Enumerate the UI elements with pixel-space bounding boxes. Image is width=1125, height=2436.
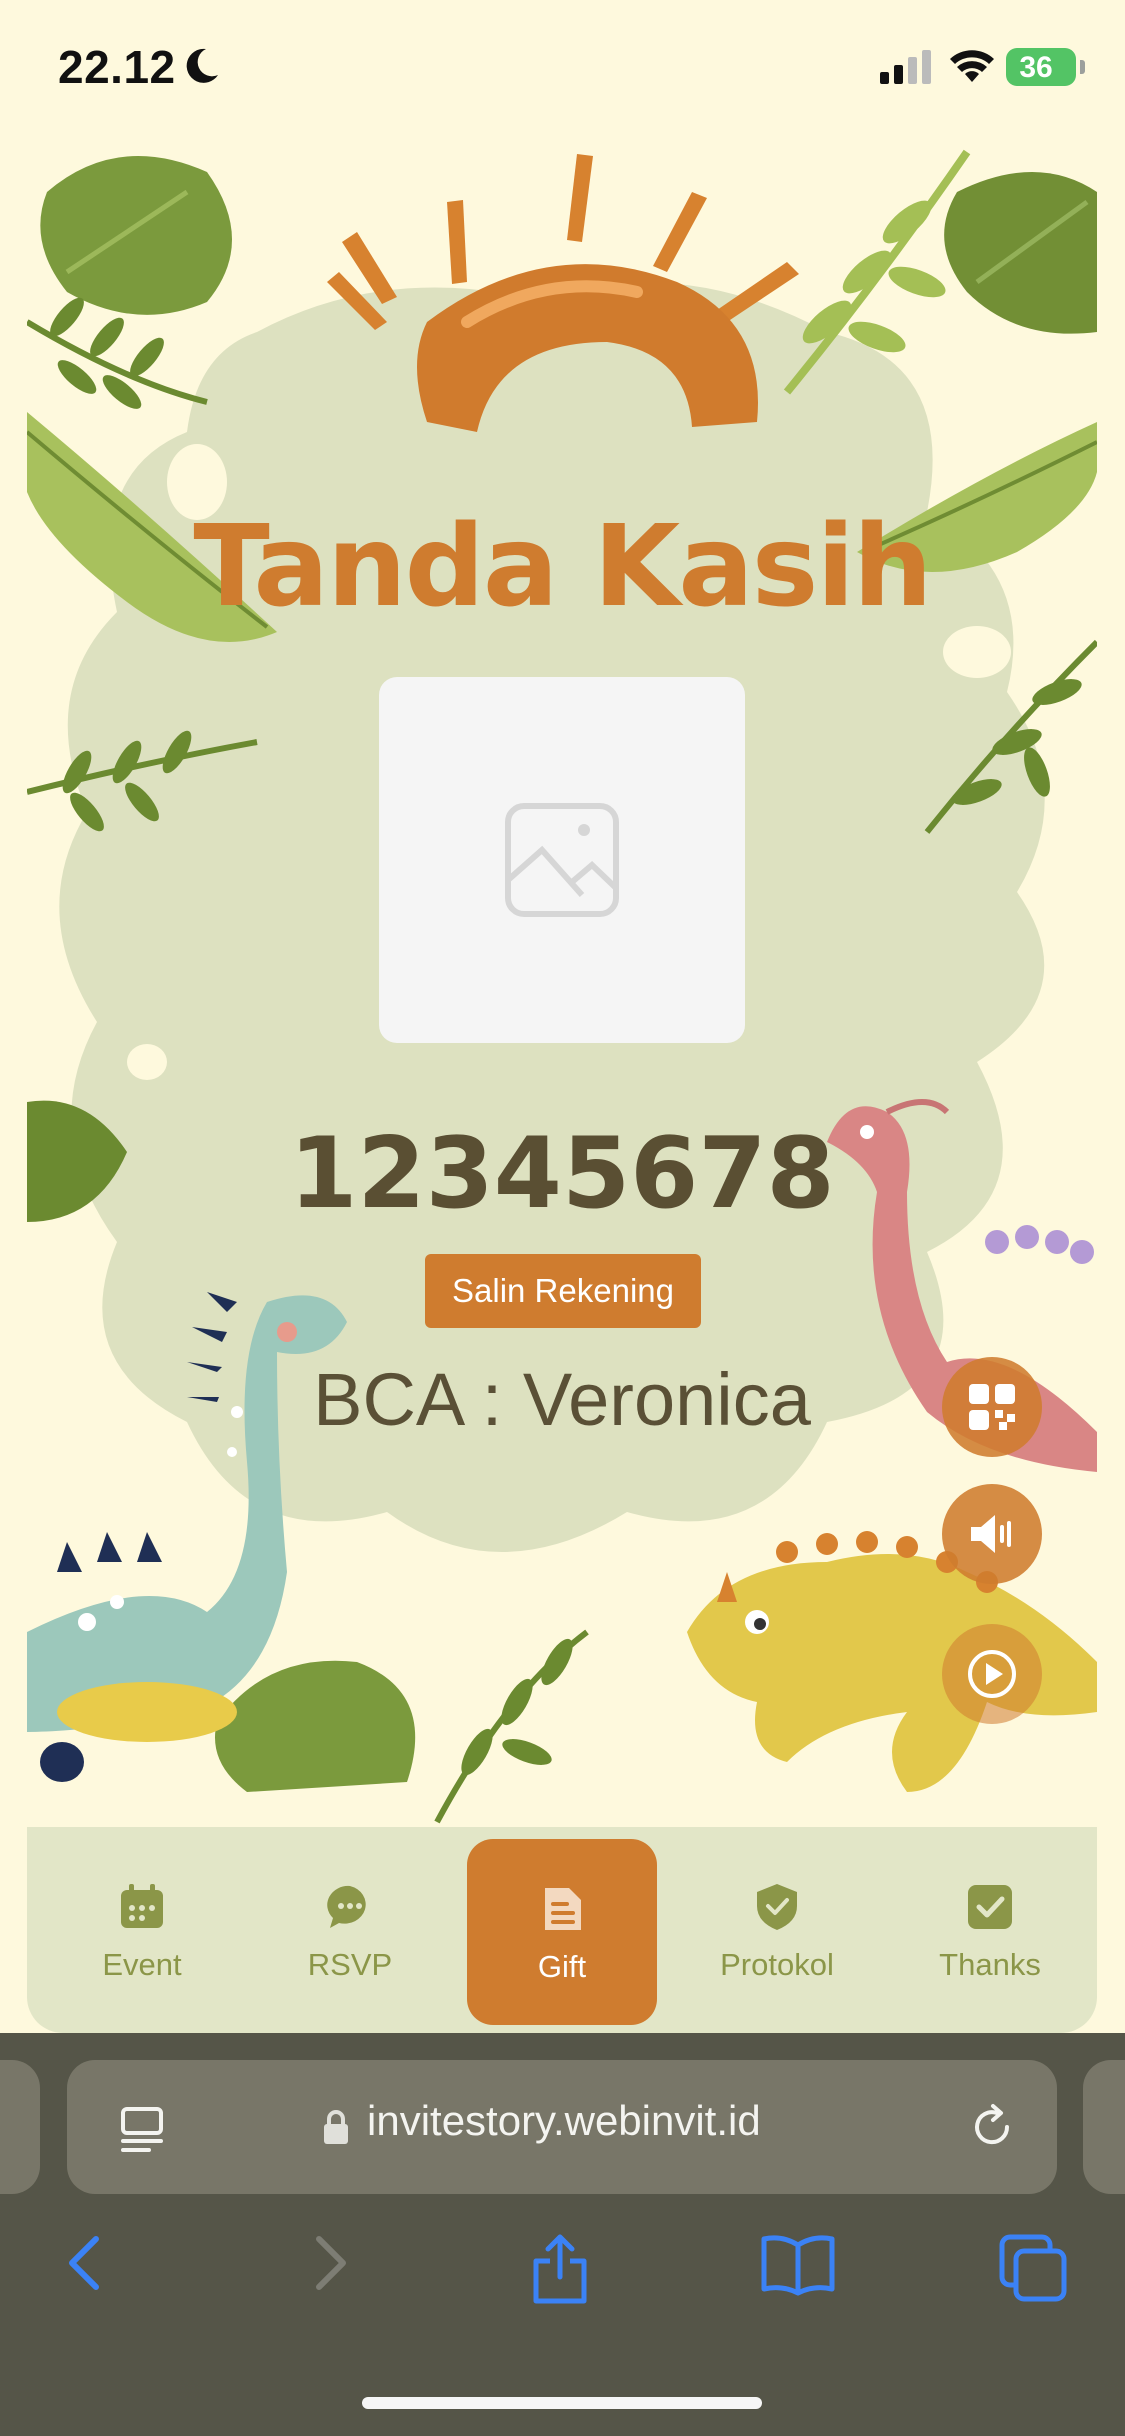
- bank-account-holder: BCA : Veronica: [313, 1358, 811, 1441]
- gift-icon: [545, 1888, 581, 1930]
- moon-icon: [186, 48, 218, 83]
- browser-toolbar: invitestory.webinvit.id: [0, 2033, 1125, 2436]
- signal-icon: [880, 50, 931, 84]
- shield-check-icon: [757, 1884, 797, 1930]
- check-badge-icon: [968, 1885, 1012, 1929]
- wifi-icon: [950, 50, 994, 82]
- autoscroll-button[interactable]: [942, 1624, 1042, 1724]
- speaker-icon: [971, 1515, 1011, 1553]
- share-icon[interactable]: [530, 2233, 590, 2305]
- status-time: 22.12: [58, 41, 176, 93]
- nav-item-gift[interactable]: Gift: [467, 1839, 657, 2025]
- home-indicator: [362, 2397, 762, 2409]
- qr-code-icon: [969, 1384, 1015, 1430]
- page-menu-icon[interactable]: [117, 2105, 167, 2155]
- address-bar[interactable]: invitestory.webinvit.id: [67, 2060, 1057, 2194]
- nav-label-thanks: Thanks: [939, 1947, 1041, 1982]
- battery-cap: [1080, 60, 1085, 74]
- lock-icon: [324, 2110, 348, 2144]
- url-text[interactable]: invitestory.webinvit.id: [367, 2097, 761, 2145]
- nav-label-rsvp: RSVP: [307, 1947, 393, 1982]
- nav-item-rsvp[interactable]: RSVP: [255, 1827, 445, 2033]
- account-number: 12345678: [289, 1117, 835, 1231]
- previous-tab-preview[interactable]: [0, 2060, 40, 2194]
- nav-label-protokol: Protokol: [720, 1947, 834, 1982]
- chat-icon: [327, 1885, 366, 1928]
- music-toggle-button[interactable]: [942, 1484, 1042, 1584]
- image-placeholder-icon: [505, 803, 619, 917]
- next-tab-preview[interactable]: [1083, 2060, 1125, 2194]
- reload-icon[interactable]: [967, 2102, 1017, 2152]
- battery-level: 36: [1019, 51, 1053, 84]
- calendar-icon: [121, 1884, 163, 1928]
- gift-section: Tanda Kasih 12345678 Salin Rekening BCA …: [27, 132, 1097, 1827]
- back-icon[interactable]: [60, 2233, 110, 2293]
- status-bar: 22.12 36: [0, 0, 1125, 135]
- tabs-icon[interactable]: [998, 2233, 1070, 2303]
- forward-icon[interactable]: [305, 2233, 355, 2293]
- qr-code-button[interactable]: [942, 1357, 1042, 1457]
- nav-item-thanks[interactable]: Thanks: [895, 1827, 1085, 2033]
- play-icon: [968, 1650, 1016, 1698]
- nav-item-event[interactable]: Event: [47, 1827, 237, 2033]
- qr-image-placeholder: [379, 677, 745, 1043]
- copy-account-button[interactable]: Salin Rekening: [425, 1254, 701, 1328]
- nav-label-event: Event: [102, 1947, 182, 1982]
- battery-icon: 36: [1006, 48, 1076, 86]
- nav-label-gift: Gift: [537, 1949, 587, 1984]
- page-title: Tanda Kasih: [193, 502, 932, 632]
- bookmarks-icon[interactable]: [760, 2233, 836, 2297]
- bottom-navigation: Event RSVP Gift Protokol Thanks: [27, 1827, 1097, 2033]
- nav-item-protokol[interactable]: Protokol: [682, 1827, 872, 2033]
